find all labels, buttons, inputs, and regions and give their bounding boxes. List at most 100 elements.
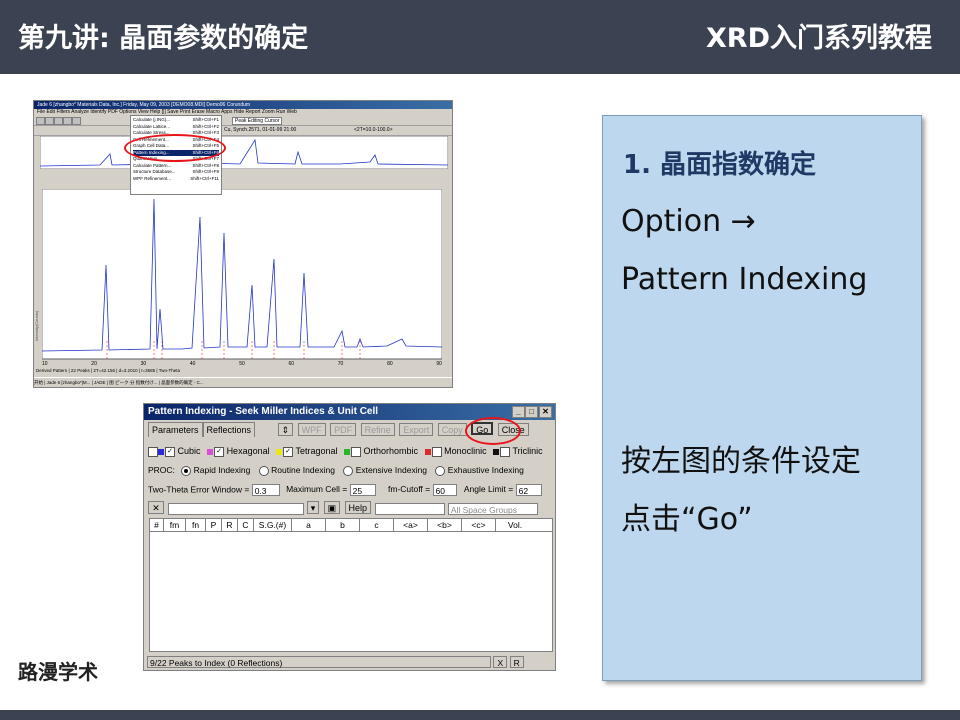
highlight-oval-menu [124,134,226,162]
column-header[interactable]: <c> [462,519,496,531]
cubic-checkbox[interactable] [148,446,158,457]
toolbar-button[interactable] [45,117,54,125]
parameters-row: Two-Theta Error Window = 0.3 Maximum Cel… [148,484,542,496]
routine-label: Routine Indexing [271,465,335,475]
rapid-radio[interactable] [181,465,192,476]
ref-info: Cu, Synch.2571, 01-01-99 21:00 [224,127,297,133]
column-header[interactable]: C [238,519,254,531]
extensive-label: Extensive Indexing [355,465,428,475]
footer-bar [0,710,960,720]
fm-cutoff-label: fm-Cutoff = [388,484,431,495]
exhaustive-radio[interactable] [435,465,446,476]
diffraction-pattern [42,189,442,360]
jade-status-bar: Derived Pattern | 22 Peaks | 2T=42.156 |… [36,367,450,375]
two-theta-label: Two-Theta Error Window = [148,484,250,495]
panel-heading: 1. 晶面指数确定 [623,150,817,180]
extensive-radio[interactable] [343,465,354,476]
tab-parameters[interactable]: Parameters [148,422,203,437]
instruction-option: Option → [621,204,756,239]
toolbar-button[interactable] [54,117,63,125]
clear-x-icon[interactable]: ✕ [148,501,164,514]
instruction-click-go: 点击“Go” [621,502,753,537]
save-icon[interactable]: ▣ [323,501,341,514]
angle-limit-label: Angle Limit = [463,484,514,495]
cubic-check[interactable]: ✓ [165,446,175,457]
orthorhombic-label: Orthorhombic [363,446,419,456]
filter-row: ✕ ▾ ▣ Help All Space Groups [148,501,538,515]
monoclinic-checkbox[interactable] [431,446,442,457]
rapid-label: Rapid Indexing [193,465,251,475]
monoclinic-label: Monoclinic [444,446,487,456]
wpf-button[interactable]: WPF [297,423,326,436]
overview-pattern [40,136,448,169]
highlight-oval-go [465,417,521,445]
toolbar-button[interactable] [72,117,81,125]
column-header[interactable]: # [150,519,164,531]
toolbar-button[interactable] [63,117,72,125]
max-cell-label: Maximum Cell = [286,484,348,495]
column-header[interactable]: c [360,519,394,531]
dropdown-arrow-icon[interactable]: ▾ [306,501,320,514]
column-header[interactable]: fn [186,519,206,531]
filter-input[interactable] [168,502,305,515]
refine-button[interactable]: Refine [360,423,395,436]
lecture-title: 第九讲: 晶面参数的确定 [18,23,309,54]
select-dropdown[interactable] [375,502,446,515]
monoclinic-swatch [424,448,431,455]
triclinic-swatch [493,448,500,455]
slide-header: 第九讲: 晶面参数的确定 XRD入门系列教程 [0,0,960,74]
two-theta-input[interactable]: 0.3 [251,484,280,496]
max-cell-input[interactable]: 25 [349,484,376,496]
jade-toolbar: Peak Editing Cursor [34,116,452,126]
column-header[interactable]: b [326,519,360,531]
column-header[interactable]: P [206,519,222,531]
cubic-swatch [158,448,164,455]
column-header[interactable]: Vol. [496,519,534,531]
peaks-status: 9/22 Peaks to Index (0 Reflections) [147,655,491,668]
status-x: X [493,655,508,668]
help-button[interactable]: Help [344,501,372,514]
crystal-systems-row: ✓ Cubic ✓ Hexagonal ✓ Tetragonal Orthorh… [148,446,543,457]
proc-row: PROC: Rapid Indexing Routine Indexing Ex… [148,465,524,476]
dialog-status-bar: 9/22 Peaks to Index (0 Reflections) X R [147,655,552,668]
menu-item[interactable]: WPF Refinement... Shift+Ctrl+F11 [133,176,219,183]
jade-title-bar: Jade 6 [zhangbo* Materials Data, Inc.] F… [34,101,452,109]
column-header[interactable]: R [222,519,238,531]
column-header[interactable]: a [292,519,326,531]
close-icon[interactable]: ✕ [539,406,552,418]
minimize-icon[interactable]: _ [512,406,525,418]
tab-reflections[interactable]: Reflections [202,422,256,437]
pdf-button[interactable]: PDF [330,423,357,436]
routine-radio[interactable] [258,465,269,476]
column-header[interactable]: <a> [394,519,428,531]
windows-taskbar[interactable]: 开始 | Jade 6 [zhangbo*|M... | JADE | 图 ピー… [34,377,452,387]
triclinic-checkbox[interactable] [500,446,511,457]
table-header: # fm fn P R C S.G.(#) a b c <a> <b> <c> … [150,519,552,532]
export-button[interactable]: Export [399,423,434,436]
peak-cursor-label: Peak Editing Cursor [232,117,283,125]
toolbar-button[interactable] [36,117,45,125]
tetragonal-label: Tetragonal [295,446,338,456]
copy-button[interactable]: Copy [437,423,467,436]
hexagonal-checkbox[interactable]: ✓ [214,446,225,457]
orthorhombic-checkbox[interactable] [351,446,361,457]
triclinic-label: Triclinic [512,446,543,456]
hexagonal-swatch [207,448,214,455]
series-title: XRD入门系列教程 [705,23,932,54]
brand-label: 路漫学术 [18,660,98,684]
space-groups-select[interactable]: All Space Groups [447,502,538,515]
angle-limit-input[interactable]: 62 [515,484,542,496]
column-header[interactable]: <b> [428,519,462,531]
proc-label: PROC: [148,465,175,475]
tetragonal-checkbox[interactable]: ✓ [283,446,294,457]
instruction-panel: 1. 晶面指数确定 Option → Pattern Indexing 按左图的… [602,115,922,681]
maximize-icon[interactable]: □ [525,406,538,418]
up-down-arrows-icon[interactable]: ⇕ [277,423,294,436]
results-table: # fm fn P R C S.G.(#) a b c <a> <b> <c> … [149,518,553,652]
fm-cutoff-input[interactable]: 60 [432,484,457,496]
y-axis-label: Intensity(Counts) [34,310,39,341]
column-header[interactable]: fm [164,519,186,531]
jade-menu-bar[interactable]: File Edit Filters Analyze Identify PDF O… [34,109,452,116]
column-header[interactable]: S.G.(#) [254,519,292,531]
orthorhombic-swatch [344,448,350,455]
